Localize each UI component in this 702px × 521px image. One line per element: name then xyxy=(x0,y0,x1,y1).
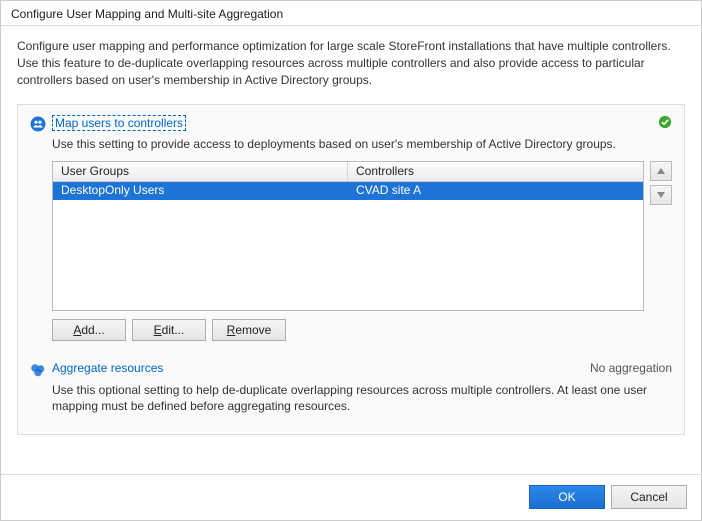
remove-button[interactable]: Remove xyxy=(212,319,286,341)
status-configured xyxy=(658,115,672,132)
table-row[interactable]: DesktopOnly Users CVAD site A xyxy=(53,182,643,200)
table-header: User Groups Controllers xyxy=(53,162,643,182)
col-user-groups[interactable]: User Groups xyxy=(53,162,348,181)
cell-user-group: DesktopOnly Users xyxy=(53,182,348,200)
mapping-table[interactable]: User Groups Controllers DesktopOnly User… xyxy=(52,161,644,311)
users-icon xyxy=(30,116,46,132)
edit-button[interactable]: Edit... xyxy=(132,319,206,341)
ok-button[interactable]: OK xyxy=(529,485,605,509)
add-button[interactable]: Add... xyxy=(52,319,126,341)
chevron-up-icon xyxy=(657,168,665,174)
dialog-footer: OK Cancel xyxy=(1,474,701,519)
aggregate-link[interactable]: Aggregate resources xyxy=(52,361,163,375)
move-up-button[interactable] xyxy=(650,161,672,181)
aggregate-icon xyxy=(30,362,46,378)
checkmark-icon xyxy=(658,115,672,129)
intro-text: Configure user mapping and performance o… xyxy=(17,38,685,88)
map-users-section: Map users to controllers Use this settin… xyxy=(30,115,672,340)
map-users-desc: Use this setting to provide access to de… xyxy=(52,136,672,152)
aggregate-desc: Use this optional setting to help de-dup… xyxy=(52,382,672,414)
chevron-down-icon xyxy=(657,192,665,198)
settings-panel: Map users to controllers Use this settin… xyxy=(17,104,685,435)
aggregation-status: No aggregation xyxy=(590,361,672,375)
cancel-button[interactable]: Cancel xyxy=(611,485,687,509)
window-title: Configure User Mapping and Multi-site Ag… xyxy=(1,1,701,26)
col-controllers[interactable]: Controllers xyxy=(348,162,643,181)
aggregate-section: No aggregation Aggregate resources Use t… xyxy=(30,361,672,414)
move-down-button[interactable] xyxy=(650,185,672,205)
map-users-link[interactable]: Map users to controllers xyxy=(52,115,186,131)
cell-controller: CVAD site A xyxy=(348,182,643,200)
